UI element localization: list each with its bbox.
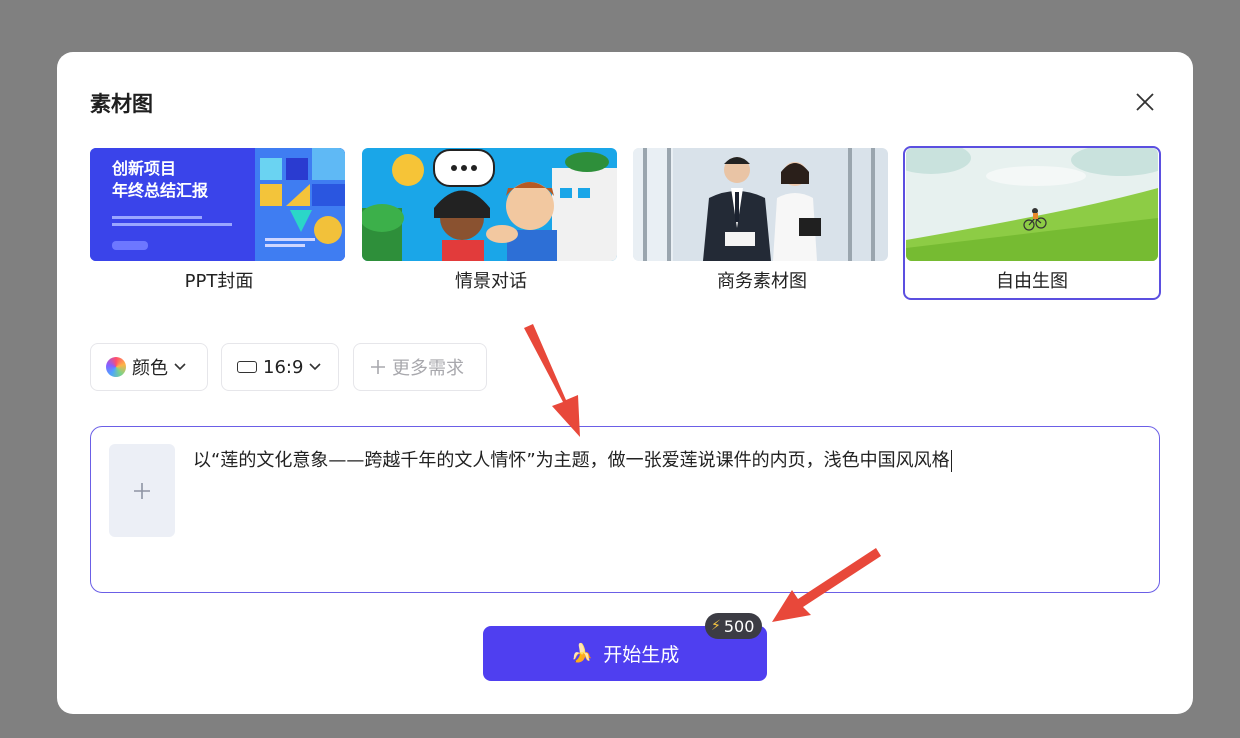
annotation-arrows <box>524 324 881 622</box>
annotation-arrow-to-prompt <box>524 324 580 437</box>
annotation-arrow-to-cost <box>772 548 881 622</box>
